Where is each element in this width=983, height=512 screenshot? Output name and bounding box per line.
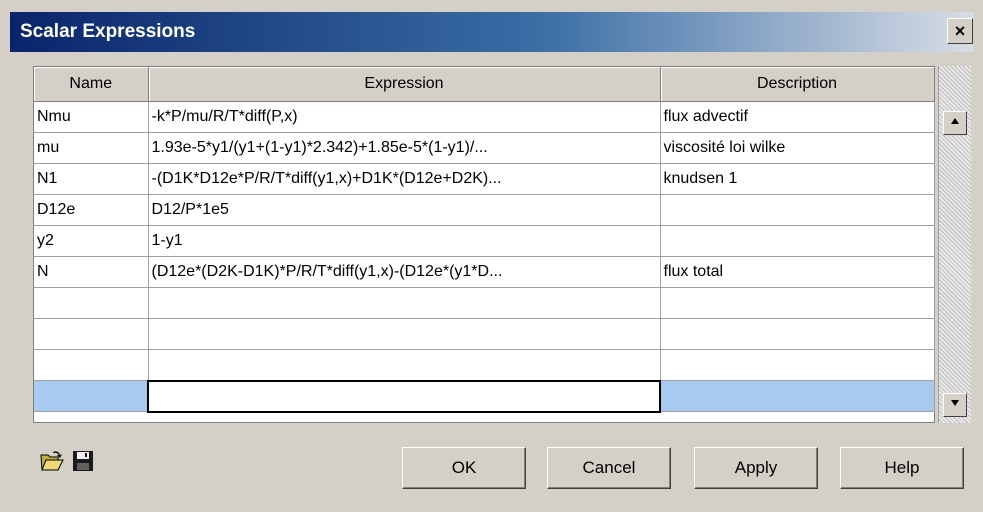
description-cell[interactable]: knudsen 1: [660, 163, 935, 195]
scroll-up-button[interactable]: [943, 111, 967, 135]
title-bar[interactable]: Scalar Expressions ×: [10, 12, 973, 52]
description-cell[interactable]: [660, 194, 935, 226]
table-row[interactable]: D12e D12/P*1e5: [34, 194, 935, 226]
name-cell[interactable]: [34, 287, 149, 319]
table-row[interactable]: [34, 349, 935, 381]
column-header-description[interactable]: Description: [660, 67, 935, 102]
name-cell[interactable]: y2: [34, 225, 149, 257]
description-cell[interactable]: [660, 380, 935, 412]
table-row-active[interactable]: [34, 379, 935, 413]
name-cell[interactable]: [34, 380, 149, 412]
close-button[interactable]: ×: [947, 18, 973, 44]
column-header-name[interactable]: Name: [34, 67, 149, 102]
name-cell[interactable]: N: [34, 256, 149, 288]
ok-button[interactable]: OK: [402, 447, 526, 489]
name-cell[interactable]: D12e: [34, 194, 149, 226]
expression-cell[interactable]: 1-y1: [148, 225, 661, 257]
expression-cell[interactable]: D12/P*1e5: [148, 194, 661, 226]
column-header-expression[interactable]: Expression: [148, 67, 661, 102]
cancel-button[interactable]: Cancel: [547, 447, 671, 489]
scalar-expressions-dialog: Scalar Expressions × Name Expression Des…: [0, 0, 983, 512]
table-row[interactable]: mu 1.93e-5*y1/(y1+(1-y1)*2.342)+1.85e-5*(…: [34, 132, 935, 164]
expression-cell[interactable]: 1.93e-5*y1/(y1+(1-y1)*2.342)+1.85e-5*(1-…: [148, 132, 661, 164]
description-cell[interactable]: [660, 318, 935, 350]
apply-button[interactable]: Apply: [694, 447, 818, 489]
table-row[interactable]: y2 1-y1: [34, 225, 935, 257]
open-folder-icon[interactable]: [40, 450, 64, 472]
name-cell[interactable]: Nmu: [34, 101, 149, 133]
table-row[interactable]: [34, 287, 935, 319]
expression-cell[interactable]: [148, 318, 661, 350]
description-cell[interactable]: [660, 287, 935, 319]
name-cell[interactable]: [34, 349, 149, 381]
table-row[interactable]: N1 -(D1K*D12e*P/R/T*diff(y1,x)+D1K*(D12e+…: [34, 163, 935, 195]
description-cell[interactable]: flux total: [660, 256, 935, 288]
expression-cell[interactable]: -(D1K*D12e*P/R/T*diff(y1,x)+D1K*(D12e+D2…: [148, 163, 661, 195]
expression-cell[interactable]: (D12e*(D2K-D1K)*P/R/T*diff(y1,x)-(D12e*(…: [148, 256, 661, 288]
expression-cell[interactable]: [148, 349, 661, 381]
description-cell[interactable]: viscosité loi wilke: [660, 132, 935, 164]
table-row[interactable]: Nmu -k*P/mu/R/T*diff(P,x) flux advectif: [34, 101, 935, 133]
arrow-down-icon: [951, 400, 959, 406]
description-cell[interactable]: flux advectif: [660, 101, 935, 133]
description-cell[interactable]: [660, 225, 935, 257]
help-button[interactable]: Help: [840, 447, 964, 489]
name-cell[interactable]: [34, 318, 149, 350]
expression-cell[interactable]: [148, 287, 661, 319]
expression-cell[interactable]: -k*P/mu/R/T*diff(P,x): [148, 101, 661, 133]
arrow-up-icon: [951, 118, 959, 124]
save-disk-icon[interactable]: [72, 450, 96, 472]
window-title: Scalar Expressions: [20, 21, 196, 42]
name-cell[interactable]: mu: [34, 132, 149, 164]
description-cell[interactable]: [660, 349, 935, 381]
table-row[interactable]: [34, 318, 935, 350]
expressions-table: Name Expression Description Nmu -k*P/mu/R…: [33, 66, 935, 423]
table-row[interactable]: N (D12e*(D2K-D1K)*P/R/T*diff(y1,x)-(D12e*…: [34, 256, 935, 288]
expression-edit-cell[interactable]: [147, 379, 661, 413]
vertical-scrollbar[interactable]: [938, 66, 971, 423]
name-cell[interactable]: N1: [34, 163, 149, 195]
scroll-down-button[interactable]: [943, 393, 967, 417]
